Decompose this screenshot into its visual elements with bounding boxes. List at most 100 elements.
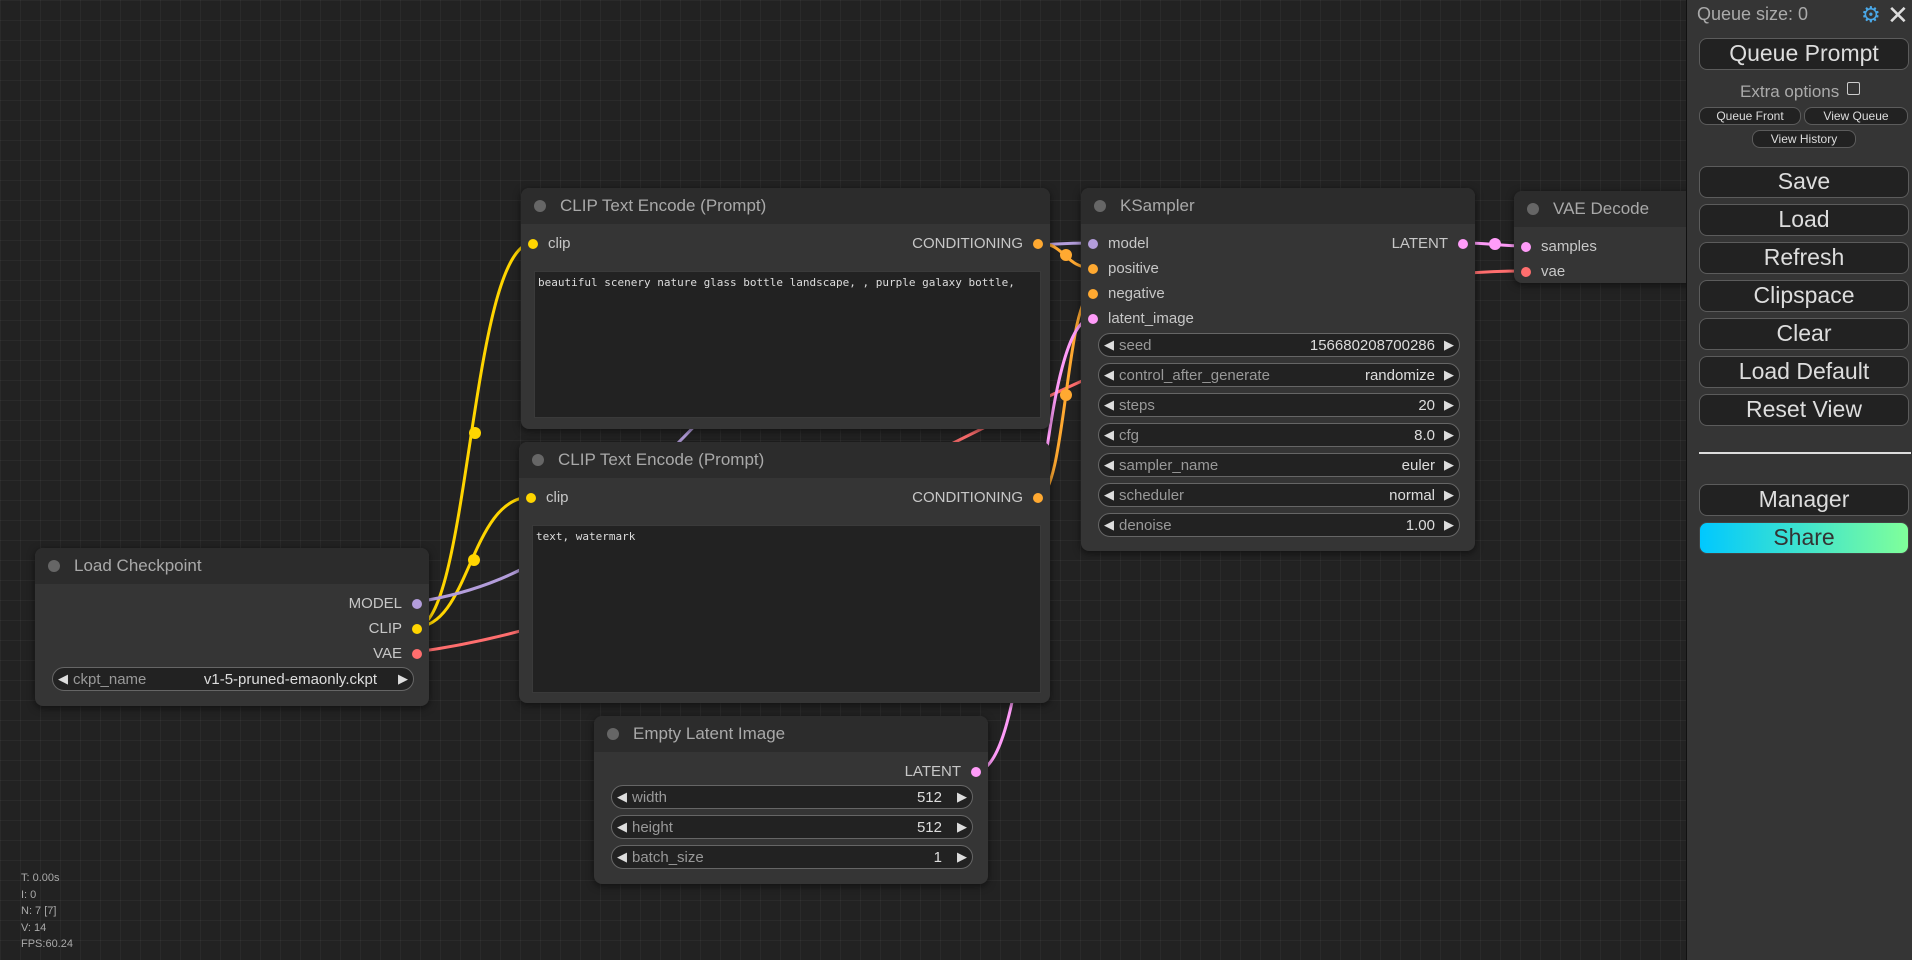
clear-button[interactable]: Clear — [1699, 318, 1909, 350]
queue-prompt-button[interactable]: Queue Prompt — [1699, 38, 1909, 70]
collapse-dot[interactable] — [48, 560, 60, 572]
increment-arrow-icon[interactable]: ▶ — [952, 789, 972, 805]
conditioning-output-pin[interactable] — [1033, 492, 1043, 503]
increment-arrow-icon[interactable]: ▶ — [1439, 487, 1459, 503]
node-title-bar[interactable]: Empty Latent Image — [594, 716, 988, 752]
graph-canvas[interactable]: CLIP Text Encode (Prompt) clip CONDITION… — [0, 0, 1686, 960]
node-clip-text-encode-positive[interactable]: CLIP Text Encode (Prompt) clip CONDITION… — [521, 188, 1050, 429]
positive-input-pin[interactable] — [1088, 263, 1098, 274]
output-slot-model[interactable]: MODEL — [349, 595, 422, 612]
widget-batch-size[interactable]: ◀ batch_size 1 ▶ — [611, 845, 973, 869]
node-ksampler[interactable]: KSampler model positive negative latent_… — [1081, 188, 1475, 551]
model-output-pin[interactable] — [412, 598, 422, 609]
decrement-arrow-icon[interactable]: ◀ — [1099, 457, 1119, 473]
node-title-bar[interactable]: CLIP Text Encode (Prompt) — [519, 442, 1050, 478]
output-slot-latent[interactable]: LATENT — [1392, 235, 1468, 252]
node-load-checkpoint[interactable]: Load Checkpoint MODEL CLIP VAE ◀ ckpt_na… — [35, 548, 429, 706]
input-slot-negative[interactable]: negative — [1088, 285, 1165, 302]
decrement-arrow-icon[interactable]: ◀ — [612, 789, 632, 805]
gear-icon[interactable]: ⚙ — [1861, 2, 1881, 28]
widget-scheduler[interactable]: ◀ scheduler normal ▶ — [1098, 483, 1460, 507]
widget-seed[interactable]: ◀ seed 156680208700286 ▶ — [1098, 333, 1460, 357]
increment-arrow-icon[interactable]: ▶ — [1439, 427, 1459, 443]
load-button[interactable]: Load — [1699, 204, 1909, 236]
decrement-arrow-icon[interactable]: ◀ — [1099, 397, 1119, 413]
increment-arrow-icon[interactable]: ▶ — [393, 671, 413, 687]
output-slot-conditioning[interactable]: CONDITIONING — [912, 489, 1043, 506]
increment-arrow-icon[interactable]: ▶ — [1439, 517, 1459, 533]
conditioning-output-pin[interactable] — [1033, 238, 1043, 249]
clip-output-pin[interactable] — [412, 623, 422, 634]
latent-output-pin[interactable] — [1458, 238, 1468, 249]
collapse-dot[interactable] — [532, 454, 544, 466]
view-history-button[interactable]: View History — [1752, 130, 1856, 148]
reset-view-button[interactable]: Reset View — [1699, 394, 1909, 426]
input-slot-samples[interactable]: samples — [1521, 238, 1597, 255]
queue-front-button[interactable]: Queue Front — [1699, 107, 1801, 125]
prompt-textarea[interactable]: text, watermark — [532, 525, 1041, 693]
decrement-arrow-icon[interactable]: ◀ — [612, 849, 632, 865]
clip-input-pin[interactable] — [526, 492, 536, 503]
increment-arrow-icon[interactable]: ▶ — [1439, 457, 1459, 473]
node-title-bar[interactable]: KSampler — [1081, 188, 1475, 224]
prompt-textarea[interactable]: beautiful scenery nature glass bottle la… — [534, 271, 1041, 418]
increment-arrow-icon[interactable]: ▶ — [1439, 337, 1459, 353]
latent-image-input-pin[interactable] — [1088, 313, 1098, 324]
output-slot-latent[interactable]: LATENT — [905, 763, 981, 780]
vae-output-pin[interactable] — [412, 648, 422, 659]
node-title-bar[interactable]: Load Checkpoint — [35, 548, 429, 584]
samples-input-pin[interactable] — [1521, 241, 1531, 252]
negative-input-pin[interactable] — [1088, 288, 1098, 299]
decrement-arrow-icon[interactable]: ◀ — [1099, 337, 1119, 353]
input-slot-clip[interactable]: clip — [526, 489, 569, 506]
input-slot-latent-image[interactable]: latent_image — [1088, 310, 1194, 327]
collapse-dot[interactable] — [534, 200, 546, 212]
decrement-arrow-icon[interactable]: ◀ — [1099, 427, 1119, 443]
decrement-arrow-icon[interactable]: ◀ — [53, 671, 73, 687]
save-button[interactable]: Save — [1699, 166, 1909, 198]
collapse-dot[interactable] — [607, 728, 619, 740]
close-icon[interactable]: ✕ — [1887, 0, 1909, 31]
node-vae-decode[interactable]: VAE Decode samples vae — [1514, 191, 1686, 283]
increment-arrow-icon[interactable]: ▶ — [1439, 367, 1459, 383]
input-slot-model[interactable]: model — [1088, 235, 1149, 252]
increment-arrow-icon[interactable]: ▶ — [1439, 397, 1459, 413]
decrement-arrow-icon[interactable]: ◀ — [1099, 517, 1119, 533]
latent-output-pin[interactable] — [971, 766, 981, 777]
manager-button[interactable]: Manager — [1699, 484, 1909, 516]
widget-control-after-generate[interactable]: ◀ control_after_generate randomize ▶ — [1098, 363, 1460, 387]
widget-height[interactable]: ◀ height 512 ▶ — [611, 815, 973, 839]
node-title-bar[interactable]: CLIP Text Encode (Prompt) — [521, 188, 1050, 224]
vae-input-pin[interactable] — [1521, 266, 1531, 277]
widget-sampler-name[interactable]: ◀ sampler_name euler ▶ — [1098, 453, 1460, 477]
node-empty-latent-image[interactable]: Empty Latent Image LATENT ◀ width 512 ▶ … — [594, 716, 988, 884]
increment-arrow-icon[interactable]: ▶ — [952, 849, 972, 865]
input-slot-positive[interactable]: positive — [1088, 260, 1159, 277]
clip-input-pin[interactable] — [528, 238, 538, 249]
widget-steps[interactable]: ◀ steps 20 ▶ — [1098, 393, 1460, 417]
view-queue-button[interactable]: View Queue — [1804, 107, 1908, 125]
extra-options-checkbox[interactable] — [1846, 82, 1860, 95]
node-title-bar[interactable]: VAE Decode — [1514, 191, 1686, 227]
decrement-arrow-icon[interactable]: ◀ — [1099, 487, 1119, 503]
node-clip-text-encode-negative[interactable]: CLIP Text Encode (Prompt) clip CONDITION… — [519, 442, 1050, 703]
widget-width[interactable]: ◀ width 512 ▶ — [611, 785, 973, 809]
output-slot-conditioning[interactable]: CONDITIONING — [912, 235, 1043, 252]
input-slot-vae[interactable]: vae — [1521, 263, 1565, 280]
widget-cfg[interactable]: ◀ cfg 8.0 ▶ — [1098, 423, 1460, 447]
decrement-arrow-icon[interactable]: ◀ — [612, 819, 632, 835]
input-slot-clip[interactable]: clip — [528, 235, 571, 252]
collapse-dot[interactable] — [1094, 200, 1106, 212]
decrement-arrow-icon[interactable]: ◀ — [1099, 367, 1119, 383]
clipspace-button[interactable]: Clipspace — [1699, 280, 1909, 312]
output-slot-vae[interactable]: VAE — [373, 645, 422, 662]
refresh-button[interactable]: Refresh — [1699, 242, 1909, 274]
increment-arrow-icon[interactable]: ▶ — [952, 819, 972, 835]
load-default-button[interactable]: Load Default — [1699, 356, 1909, 388]
widget-denoise[interactable]: ◀ denoise 1.00 ▶ — [1098, 513, 1460, 537]
collapse-dot[interactable] — [1527, 203, 1539, 215]
output-slot-clip[interactable]: CLIP — [369, 620, 422, 637]
widget-ckpt-name[interactable]: ◀ ckpt_name v1-5-pruned-emaonly.ckpt ▶ — [52, 667, 414, 691]
model-input-pin[interactable] — [1088, 238, 1098, 249]
share-button[interactable]: Share — [1699, 522, 1909, 554]
